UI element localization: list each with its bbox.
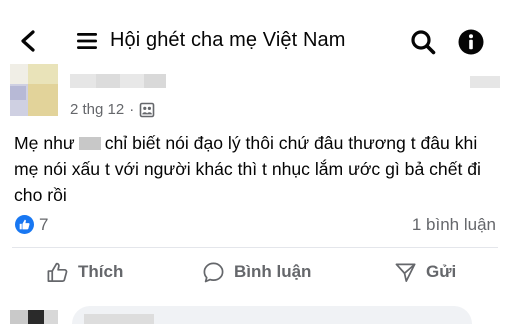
divider xyxy=(12,247,498,248)
menu-button[interactable] xyxy=(76,30,98,52)
send-button[interactable]: Gửi xyxy=(394,258,456,286)
post-text-start: Mẹ như xyxy=(14,133,75,153)
author-name-redacted[interactable] xyxy=(70,74,166,88)
comment-button-label: Bình luận xyxy=(234,262,312,281)
like-reaction-badge[interactable] xyxy=(15,215,34,234)
group-title[interactable]: Hội ghét cha mẹ Việt Nam xyxy=(110,29,345,52)
group-privacy-icon xyxy=(139,102,155,117)
avatar-pixel xyxy=(28,310,44,324)
search-button[interactable] xyxy=(410,29,436,55)
comment-bubble-icon xyxy=(203,262,224,282)
post-options-redacted[interactable] xyxy=(470,76,500,90)
avatar-pixel xyxy=(28,64,58,84)
like-button[interactable]: Thích xyxy=(46,258,123,286)
send-icon xyxy=(395,262,416,282)
commenter-avatar[interactable] xyxy=(10,310,58,324)
info-icon xyxy=(458,29,484,55)
avatar-pixel xyxy=(10,310,28,324)
redaction-block xyxy=(470,76,500,88)
author-avatar[interactable] xyxy=(10,64,58,116)
reaction-count[interactable]: 7 xyxy=(39,215,48,235)
comment-bubble[interactable] xyxy=(72,306,472,324)
avatar-pixel xyxy=(44,310,58,324)
like-icon xyxy=(19,219,30,230)
redaction-block xyxy=(144,74,166,88)
redaction-block xyxy=(120,74,144,88)
info-button[interactable] xyxy=(458,29,484,55)
post-text: Mẹ như chỉ biết nói đạo lý thôi chứ đâu t… xyxy=(14,130,500,208)
avatar-pixel xyxy=(10,86,26,100)
redacted-word xyxy=(78,137,101,150)
like-button-label: Thích xyxy=(78,262,124,281)
back-button[interactable] xyxy=(13,26,43,56)
post-meta: 2 thg 12 · xyxy=(70,101,155,118)
redaction-block xyxy=(70,74,96,88)
comment-button[interactable]: Bình luận xyxy=(202,258,311,286)
top-bar: Hội ghét cha mẹ Việt Nam xyxy=(0,0,510,62)
chevron-left-icon xyxy=(21,30,35,52)
thumbs-up-icon xyxy=(47,262,68,282)
comment-count[interactable]: 1 bình luận xyxy=(412,215,496,235)
avatar-pixel xyxy=(28,84,58,116)
redaction-block xyxy=(84,314,154,324)
post-date[interactable]: 2 thg 12 xyxy=(70,101,124,118)
meta-separator: · xyxy=(129,101,135,118)
redaction-block xyxy=(96,74,120,88)
next-comment-preview xyxy=(0,300,510,324)
avatar-pixel xyxy=(10,64,28,84)
search-icon xyxy=(411,30,436,55)
send-button-label: Gửi xyxy=(426,262,457,281)
menu-icon xyxy=(77,33,97,49)
